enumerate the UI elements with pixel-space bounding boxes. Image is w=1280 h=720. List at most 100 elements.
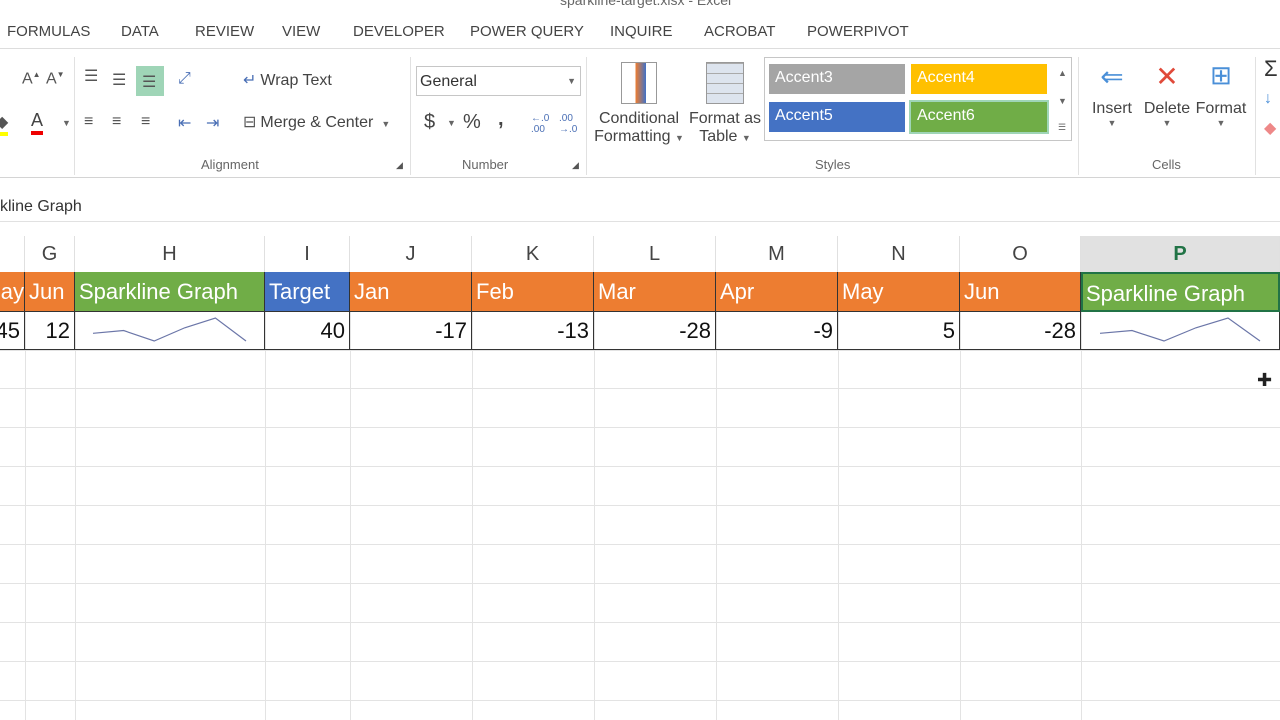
fill-color-icon[interactable]: ◆ xyxy=(0,112,9,136)
delete-button[interactable]: ✕ Delete ▼ xyxy=(1142,60,1192,128)
gridline xyxy=(0,505,1280,506)
number-format-select[interactable]: General ▼ xyxy=(416,66,581,96)
wrap-text-button[interactable]: ↵ Wrap Text xyxy=(243,70,332,90)
header-cell[interactable]: Sparkline Graph xyxy=(75,272,265,312)
align-left-icon[interactable]: ≡ xyxy=(84,113,93,131)
tab-review[interactable]: REVIEW xyxy=(195,23,254,40)
header-cell[interactable]: Sparkline Graph xyxy=(1081,272,1280,312)
conditional-formatting-button[interactable]: Conditional Formatting ▼ xyxy=(594,62,684,146)
format-cells-icon: ⊞ xyxy=(1210,60,1232,90)
column-header-N[interactable]: N xyxy=(838,236,960,272)
formula-bar[interactable]: kline Graph xyxy=(0,190,1280,222)
format-table-icon xyxy=(706,62,744,104)
style-accent6[interactable]: Accent6 xyxy=(909,100,1049,134)
style-accent3[interactable]: Accent3 xyxy=(769,64,905,94)
sparkline-cell[interactable] xyxy=(1081,312,1280,350)
merge-icon: ⊟ xyxy=(243,114,257,131)
column-header-J[interactable]: J xyxy=(350,236,472,272)
column-header-P[interactable]: P xyxy=(1081,236,1280,272)
wrap-text-icon: ↵ xyxy=(243,72,257,89)
align-top-icon[interactable]: ☰ xyxy=(84,66,98,86)
more-styles-icon[interactable]: ☰ xyxy=(1058,122,1066,133)
gridline xyxy=(0,427,1280,428)
tab-data[interactable]: DATA xyxy=(121,23,159,40)
align-center-icon[interactable]: ≡ xyxy=(112,113,121,131)
tab-acrobat[interactable]: ACROBAT xyxy=(704,23,775,40)
data-cell[interactable]: 12 xyxy=(25,312,75,350)
style-accent4[interactable]: Accent4 xyxy=(911,64,1047,94)
data-cell[interactable]: -17 xyxy=(350,312,472,350)
sparkline-cell[interactable] xyxy=(75,312,265,350)
header-cell[interactable]: Jun xyxy=(960,272,1081,312)
cells-group-label: Cells xyxy=(1152,157,1181,172)
header-cell[interactable]: Target xyxy=(265,272,350,312)
scroll-up-icon[interactable]: ▲ xyxy=(1058,68,1067,78)
gridline xyxy=(0,622,1280,623)
column-header-G[interactable]: G xyxy=(25,236,75,272)
tab-formulas[interactable]: FORMULAS xyxy=(7,23,90,40)
header-cell[interactable]: Apr xyxy=(716,272,838,312)
data-cell[interactable]: 40 xyxy=(265,312,350,350)
header-cell[interactable]: May xyxy=(838,272,960,312)
decrease-font-icon[interactable]: A▼ xyxy=(46,70,65,88)
chevron-down-icon[interactable]: ▼ xyxy=(62,118,71,128)
format-button[interactable]: ⊞ Format ▼ xyxy=(1194,60,1248,128)
data-cell[interactable]: 5 xyxy=(838,312,960,350)
comma-button[interactable]: , xyxy=(498,108,504,131)
formula-value: kline Graph xyxy=(0,198,82,215)
data-cell[interactable]: -28 xyxy=(594,312,716,350)
increase-decimal-icon[interactable]: ←.0.00 xyxy=(531,113,549,135)
scroll-down-icon[interactable]: ▼ xyxy=(1058,96,1067,106)
tab-inquire[interactable]: INQUIRE xyxy=(610,23,673,40)
column-header-I[interactable]: I xyxy=(265,236,350,272)
header-cell[interactable]: Mar xyxy=(594,272,716,312)
decrease-decimal-icon[interactable]: .00 →.0 xyxy=(559,113,577,135)
increase-indent-icon[interactable]: ⇥ xyxy=(206,113,219,133)
align-bottom-icon[interactable]: ☰ xyxy=(136,66,164,96)
header-cell[interactable]: Jun xyxy=(25,272,75,312)
styles-group-label: Styles xyxy=(815,157,851,172)
decrease-indent-icon[interactable]: ⇤ xyxy=(178,113,191,133)
percent-button[interactable]: % xyxy=(463,111,481,134)
column-header-H[interactable]: H xyxy=(75,236,265,272)
window-title: sparkline-target.xlsx - Excel xyxy=(560,0,732,8)
font-color-icon[interactable]: A xyxy=(31,110,44,135)
align-middle-icon[interactable]: ☰ xyxy=(112,70,126,90)
orientation-icon[interactable]: ⤢ xyxy=(178,70,191,88)
dialog-launcher-icon[interactable]: ◢ xyxy=(572,160,579,171)
data-cell[interactable]: -13 xyxy=(472,312,594,350)
header-cell[interactable]: Feb xyxy=(472,272,594,312)
header-cell[interactable]: Jan xyxy=(350,272,472,312)
tab-power-query[interactable]: POWER QUERY xyxy=(470,23,584,40)
insert-cells-icon: ⇐ xyxy=(1100,61,1124,92)
style-accent5[interactable]: Accent5 xyxy=(769,102,905,132)
gridline xyxy=(0,466,1280,467)
header-cell[interactable]: ay xyxy=(0,272,25,312)
data-cell[interactable]: 45 xyxy=(0,312,25,350)
autosum-icon[interactable]: Σ xyxy=(1264,56,1278,82)
chevron-down-icon[interactable]: ▼ xyxy=(447,118,456,128)
number-group-label: Number xyxy=(462,157,509,172)
clear-icon[interactable]: ◆ xyxy=(1264,118,1276,138)
merge-center-button[interactable]: ⊟ Merge & Center ▼ xyxy=(243,112,390,132)
fill-icon[interactable]: ↓ xyxy=(1264,90,1272,108)
gridline xyxy=(0,388,1280,389)
column-header-M[interactable]: M xyxy=(716,236,838,272)
tab-developer[interactable]: DEVELOPER xyxy=(353,23,445,40)
align-right-icon[interactable]: ≡ xyxy=(141,113,150,131)
column-header-F[interactable] xyxy=(0,236,25,272)
increase-font-icon[interactable]: A▲ xyxy=(22,70,41,88)
alignment-group-label: Alignment xyxy=(201,157,259,172)
column-header-O[interactable]: O xyxy=(960,236,1081,272)
tab-view[interactable]: VIEW xyxy=(282,23,320,40)
dialog-launcher-icon[interactable]: ◢ xyxy=(396,160,403,171)
cell-cursor-icon: ✚ xyxy=(1257,370,1273,390)
column-header-K[interactable]: K xyxy=(472,236,594,272)
format-as-table-button[interactable]: Format as Table ▼ xyxy=(688,62,762,146)
data-cell[interactable]: -9 xyxy=(716,312,838,350)
insert-button[interactable]: ⇐ Insert ▼ xyxy=(1089,60,1135,128)
currency-button[interactable]: $ xyxy=(424,111,435,134)
data-cell[interactable]: -28 xyxy=(960,312,1081,350)
tab-powerpivot[interactable]: POWERPIVOT xyxy=(807,23,909,40)
column-header-L[interactable]: L xyxy=(594,236,716,272)
